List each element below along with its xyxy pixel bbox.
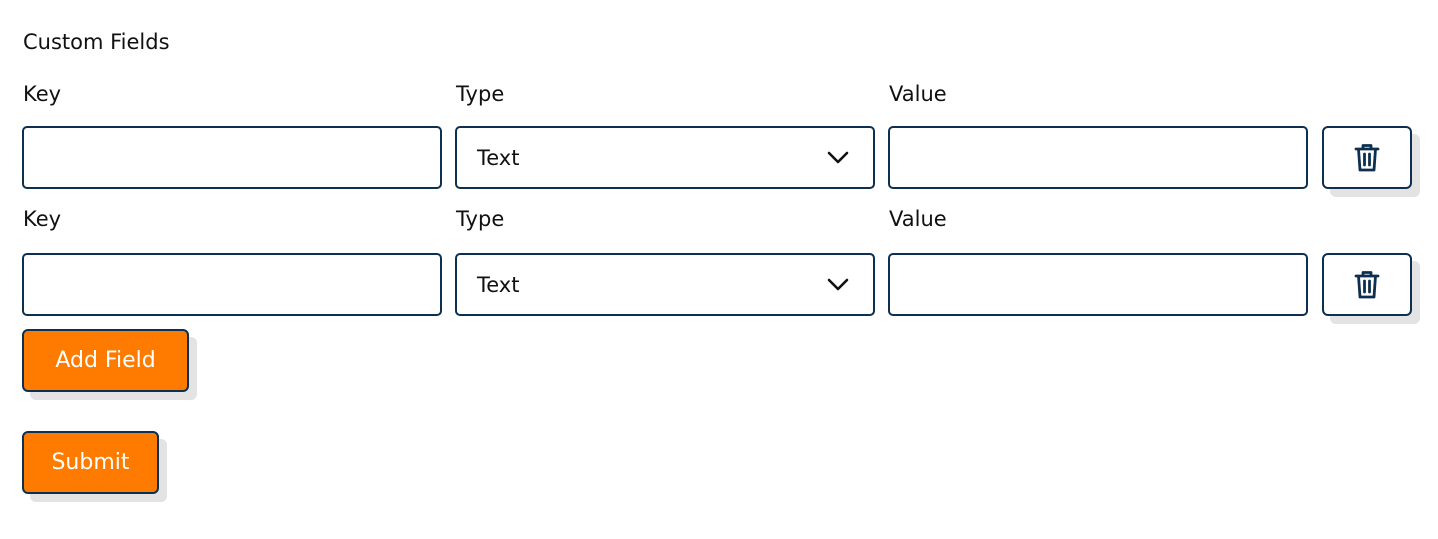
delete-field-button[interactable]	[1322, 253, 1412, 316]
trash-icon	[1354, 270, 1380, 298]
type-label: Type	[456, 207, 505, 231]
type-label: Type	[456, 82, 505, 106]
value-input[interactable]	[888, 253, 1308, 316]
key-input[interactable]	[22, 126, 442, 189]
chevron-down-icon	[827, 151, 849, 163]
key-label: Key	[23, 82, 62, 106]
value-input[interactable]	[888, 126, 1308, 189]
chevron-down-icon	[827, 278, 849, 290]
key-input[interactable]	[22, 253, 442, 316]
add-field-button[interactable]: Add Field	[22, 329, 189, 392]
section-title: Custom Fields	[23, 30, 170, 54]
type-select-value: Text	[477, 145, 520, 170]
value-label: Value	[889, 82, 947, 106]
submit-button[interactable]: Submit	[22, 431, 159, 494]
key-label: Key	[23, 207, 62, 231]
trash-icon	[1354, 143, 1380, 171]
type-select-value: Text	[477, 272, 520, 297]
type-select[interactable]: Text	[455, 253, 875, 316]
type-select[interactable]: Text	[455, 126, 875, 189]
delete-field-button[interactable]	[1322, 126, 1412, 189]
value-label: Value	[889, 207, 947, 231]
